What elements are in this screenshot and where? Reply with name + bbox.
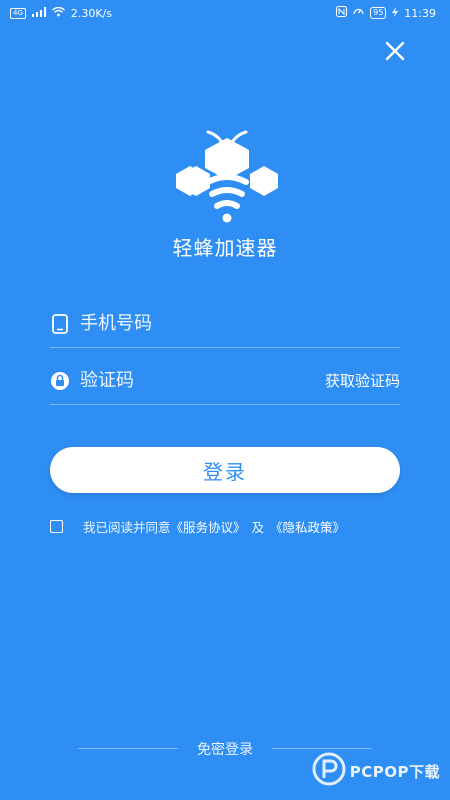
network-tag: 4G [10, 7, 26, 19]
network-speed: 2.30K/s [70, 6, 113, 20]
code-field-row: 获取验证码 [50, 357, 400, 405]
charging-icon [392, 6, 399, 20]
clock-time: 11:39 [404, 6, 436, 20]
phone-icon [50, 313, 70, 334]
bee-logo-icon [170, 128, 284, 228]
watermark-logo-icon [312, 752, 346, 790]
speedometer-icon [353, 6, 364, 20]
close-button[interactable] [382, 40, 408, 66]
app-name: 轻蜂加速器 [172, 236, 278, 260]
agreement-checkbox[interactable] [50, 519, 63, 533]
phone-field-row [50, 300, 400, 348]
status-right: 95 11:39 [336, 6, 436, 20]
agreement-prefix: 我已阅读并同意 [83, 519, 171, 535]
watermark: PCPOP下载 [312, 750, 440, 792]
lock-icon [50, 371, 70, 391]
verification-code-input[interactable] [80, 370, 325, 391]
service-agreement-link[interactable]: 《服务协议》 [171, 517, 246, 536]
agreement-and: 及 [251, 519, 265, 535]
phone-input[interactable] [80, 313, 400, 334]
signal-icon [31, 6, 46, 20]
nfc-icon [336, 6, 348, 20]
close-icon [385, 41, 405, 65]
login-button[interactable]: 登录 [50, 447, 400, 493]
agreement-row: 我已阅读并同意 《服务协议》 及 《隐私政策》 [50, 516, 410, 536]
wifi-icon [51, 6, 65, 20]
privacy-policy-link[interactable]: 《隐私政策》 [270, 517, 345, 536]
get-code-button[interactable]: 获取验证码 [325, 370, 400, 391]
watermark-text: PCPOP下载 [349, 762, 440, 781]
status-bar: 4G 2.30K/s 95 11:39 [0, 0, 450, 26]
status-left: 4G 2.30K/s [10, 6, 113, 20]
battery-level: 95 [370, 7, 387, 19]
